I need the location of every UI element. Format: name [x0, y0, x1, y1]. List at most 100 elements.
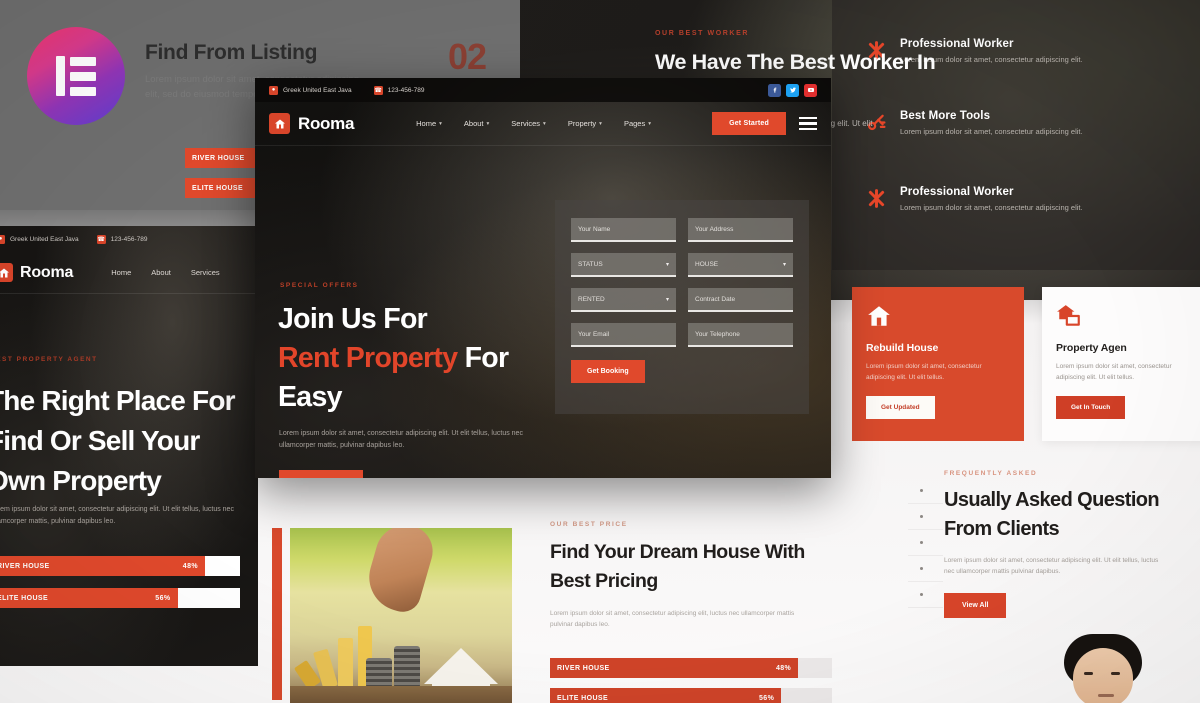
service-card-button[interactable]: Get In Touch	[1056, 396, 1126, 419]
booking-form-grid: Your Name Your Address STATUS HOUSE RENT…	[571, 218, 793, 347]
rented-select[interactable]: RENTED	[571, 288, 676, 312]
nav-item-services[interactable]: Services ▾	[511, 119, 546, 128]
hamburger-menu-icon[interactable]	[799, 116, 817, 131]
asterisk-icon	[866, 188, 888, 210]
nav-item-home[interactable]: Home ▾	[416, 119, 442, 128]
portrait-mouth	[1098, 694, 1114, 697]
your-address-input[interactable]: Your Address	[688, 218, 793, 242]
facebook-icon[interactable]	[768, 83, 781, 97]
pricing-progress-bars: RIVER HOUSE 48% ELITE HOUSE 56%	[550, 658, 832, 703]
service-card-title: Property Agen	[1056, 342, 1127, 354]
screenshot-stage: Find From Listing Lorem ipsum dolor sit …	[0, 0, 1200, 703]
left-panel-logo-text: Rooma	[20, 263, 74, 281]
left-nav-item-about[interactable]: About	[151, 268, 171, 277]
your-email-input[interactable]: Your Email	[571, 323, 676, 347]
chevron-down-icon: ▾	[648, 120, 651, 127]
location-pin-icon: ●	[0, 234, 5, 244]
contract-date-input[interactable]: Contract Date	[688, 288, 793, 312]
service-card-rebuild-house[interactable]: Rebuild House Lorem ipsum dolor sit amet…	[852, 287, 1024, 441]
chevron-down-icon: ▾	[486, 120, 490, 127]
service-card-property-agent[interactable]: Property Agen Lorem ipsum dolor sit amet…	[1042, 287, 1200, 441]
house-model-roof	[424, 648, 498, 684]
faq-accordion-row[interactable]	[908, 556, 943, 582]
get-booking-button[interactable]: Get Booking	[571, 360, 645, 383]
house-logo-icon	[269, 113, 290, 134]
house-select[interactable]: HOUSE	[688, 253, 793, 277]
progress-bar-label: RIVER HOUSE	[0, 562, 50, 570]
progress-bar-percent: 48%	[775, 664, 792, 672]
main-topbar: ● Greek United East Java ☎ 123-456-789	[255, 78, 831, 102]
service-card-text: Lorem ipsum dolor sit amet, consectetur …	[1056, 363, 1172, 381]
get-started-button[interactable]: Get Started	[712, 112, 786, 135]
left-nav-item-home[interactable]: Home	[111, 268, 131, 277]
worker-feature-item: Professional Worker Lorem ipsum dolor si…	[866, 186, 1166, 213]
hero-eyebrow: SPECIAL OFFERS	[280, 282, 359, 289]
main-location-text: Greek United East Java	[283, 86, 352, 94]
left-hero-panel: ● Greek United East Java ☎ 123-456-789 R…	[0, 226, 258, 666]
main-phone-text: 123-456-789	[387, 86, 425, 94]
progress-bar-label: RIVER HOUSE	[557, 664, 610, 672]
nav-item-label: Services	[511, 119, 541, 128]
left-panel-description: Lorem ipsum dolor sit amet, consectetur …	[0, 506, 234, 525]
step-number-02: 02	[448, 36, 487, 77]
service-card-button[interactable]: Get Updated	[866, 396, 935, 419]
faq-description: Lorem ipsum dolor sit amet, consectetur …	[944, 557, 1159, 575]
faq-accordion-row[interactable]	[908, 504, 943, 530]
service-cards: Rebuild House Lorem ipsum dolor sit amet…	[852, 287, 1200, 447]
worker-feature-title: Professional Worker	[900, 186, 1014, 198]
progress-bar-fill: ELITE HOUSE 56%	[0, 588, 178, 608]
progress-bar-fill: RIVER HOUSE 48%	[0, 556, 205, 576]
progress-bar-percent: 56%	[155, 594, 171, 602]
pricing-photo	[290, 528, 512, 703]
client-portrait	[1040, 630, 1170, 703]
faq-title: Usually Asked Question From Clients	[944, 489, 1160, 540]
phone-icon: ☎	[96, 234, 106, 244]
progress-bar-row: RIVER HOUSE 48%	[0, 556, 240, 576]
phone-icon: ☎	[373, 85, 383, 95]
progress-bar-row: ELITE HOUSE 56%	[0, 588, 240, 608]
bullet-icon	[920, 567, 923, 570]
nav-item-label: Home	[416, 119, 437, 128]
youtube-icon[interactable]	[804, 83, 817, 97]
elementor-logo-bar	[56, 56, 65, 96]
your-name-input[interactable]: Your Name	[571, 218, 676, 242]
nav-item-about[interactable]: About ▾	[464, 119, 489, 128]
left-location-text: Greek United East Java	[10, 235, 79, 243]
progress-bar-row: ELITE HOUSE 56%	[550, 688, 832, 703]
wooden-block	[338, 638, 353, 688]
location-pin-icon: ●	[269, 85, 278, 95]
left-phone-text: 123-456-789	[110, 235, 148, 243]
chevron-down-icon: ▾	[439, 120, 442, 127]
twitter-icon[interactable]	[786, 83, 799, 97]
pricing-title: Find Your Dream House With Best Pricing	[550, 541, 805, 592]
faq-accordion-row[interactable]	[908, 582, 943, 608]
pricing-accent-bar	[272, 528, 282, 700]
bullet-icon	[920, 593, 923, 596]
left-nav-item-services[interactable]: Services	[191, 268, 220, 277]
pricing-section: OUR BEST PRICE Find Your Dream House Wit…	[272, 503, 832, 703]
faq-accordion-list	[908, 478, 943, 608]
main-logo[interactable]: Rooma	[269, 113, 354, 134]
hero-title-line-2-tail: For	[457, 342, 510, 374]
pricing-text-block: OUR BEST PRICE Find Your Dream House Wit…	[550, 521, 832, 630]
bullet-icon	[920, 489, 923, 492]
status-select[interactable]: STATUS	[571, 253, 676, 277]
faq-view-all-button[interactable]: View All	[944, 593, 1007, 618]
left-panel-progress-bars: RIVER HOUSE 48% ELITE HOUSE 56%	[0, 556, 240, 620]
faq-accordion-row[interactable]	[908, 530, 943, 556]
left-panel-topbar: ● Greek United East Java ☎ 123-456-789	[0, 226, 258, 252]
nav-item-pages[interactable]: Pages ▾	[624, 119, 651, 128]
hero-title: Join Us For Rent Property For Easy	[278, 300, 578, 417]
chevron-down-icon: ▾	[543, 120, 546, 127]
main-nav-links: Home ▾ About ▾ Services ▾ Property ▾ Pages ▾	[416, 119, 651, 128]
progress-bar-row: RIVER HOUSE 48%	[550, 658, 832, 678]
left-panel-title: The Right Place For Find Or Sell Your Ow…	[0, 385, 236, 496]
view-listing-button[interactable]: View Listing	[279, 470, 364, 478]
progress-bar-fill: ELITE HOUSE 56%	[550, 688, 782, 703]
left-location-meta: ● Greek United East Java	[0, 234, 79, 244]
your-telephone-input[interactable]: Your Telephone	[688, 323, 793, 347]
left-panel-logo[interactable]: Rooma	[0, 263, 73, 282]
faq-accordion-row[interactable]	[908, 478, 943, 504]
best-worker-eyebrow: OUR BEST WORKER	[655, 30, 749, 37]
nav-item-property[interactable]: Property ▾	[568, 119, 602, 128]
